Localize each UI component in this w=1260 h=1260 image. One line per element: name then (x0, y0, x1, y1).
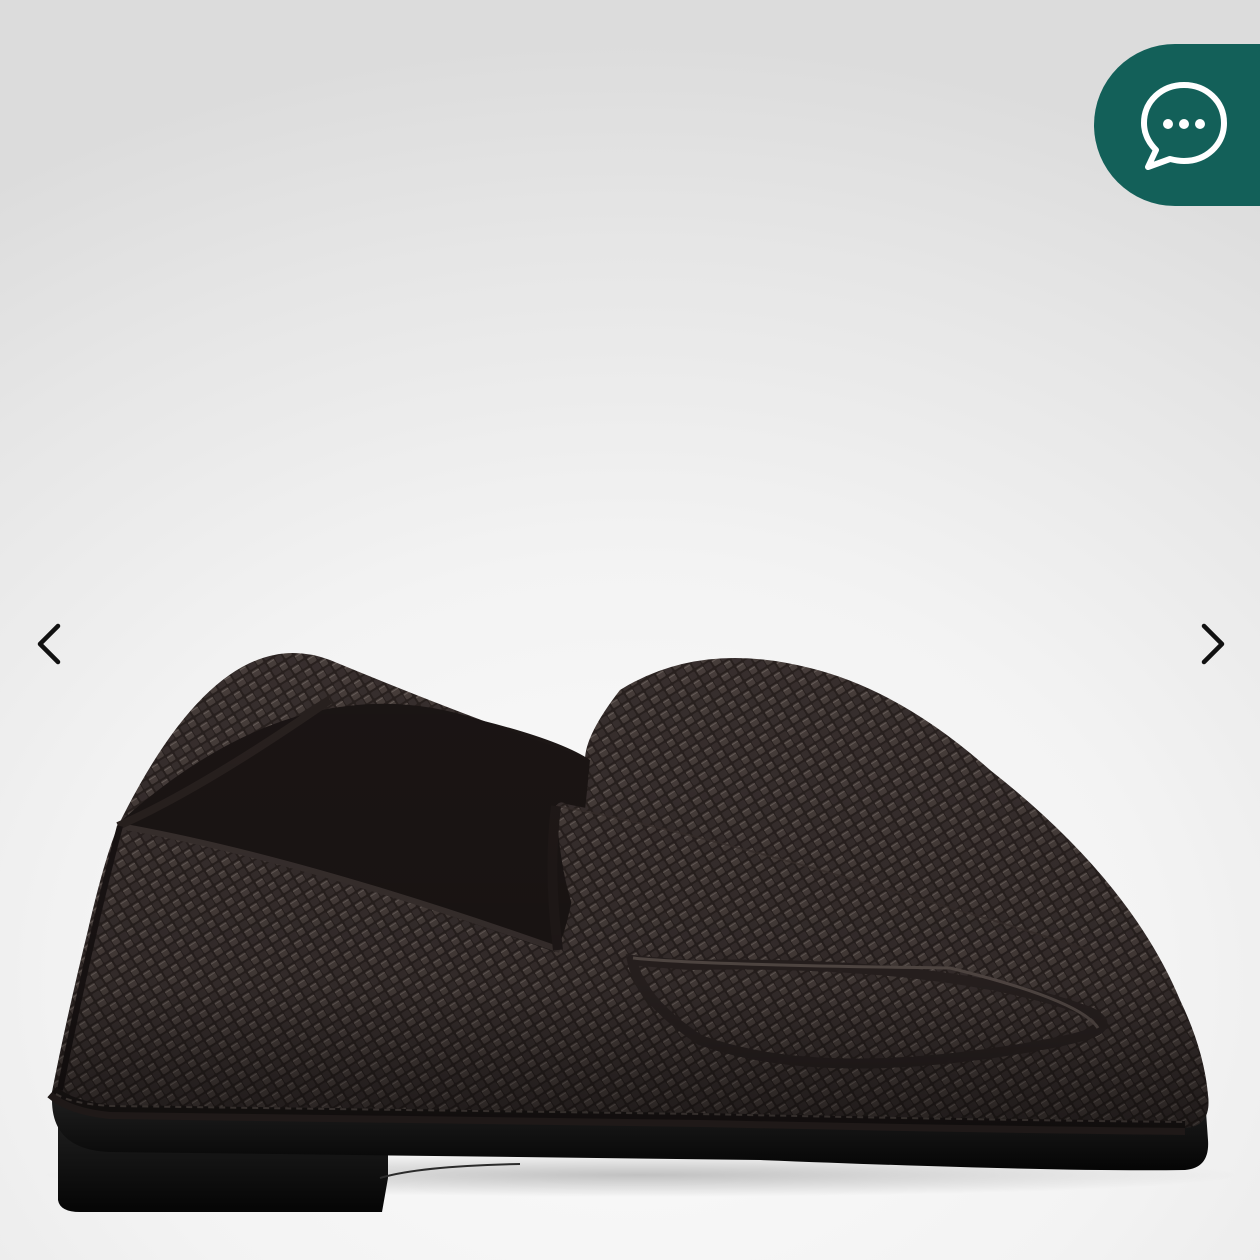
chevron-left-icon (37, 623, 61, 665)
next-image-button[interactable] (1182, 614, 1242, 674)
chat-widget-button[interactable] (1094, 44, 1260, 206)
previous-image-button[interactable] (20, 614, 80, 674)
product-image (40, 652, 1240, 1212)
chat-bubble-icon (1141, 82, 1227, 170)
chevron-right-icon (1201, 623, 1225, 665)
product-image-viewer (0, 0, 1260, 1260)
